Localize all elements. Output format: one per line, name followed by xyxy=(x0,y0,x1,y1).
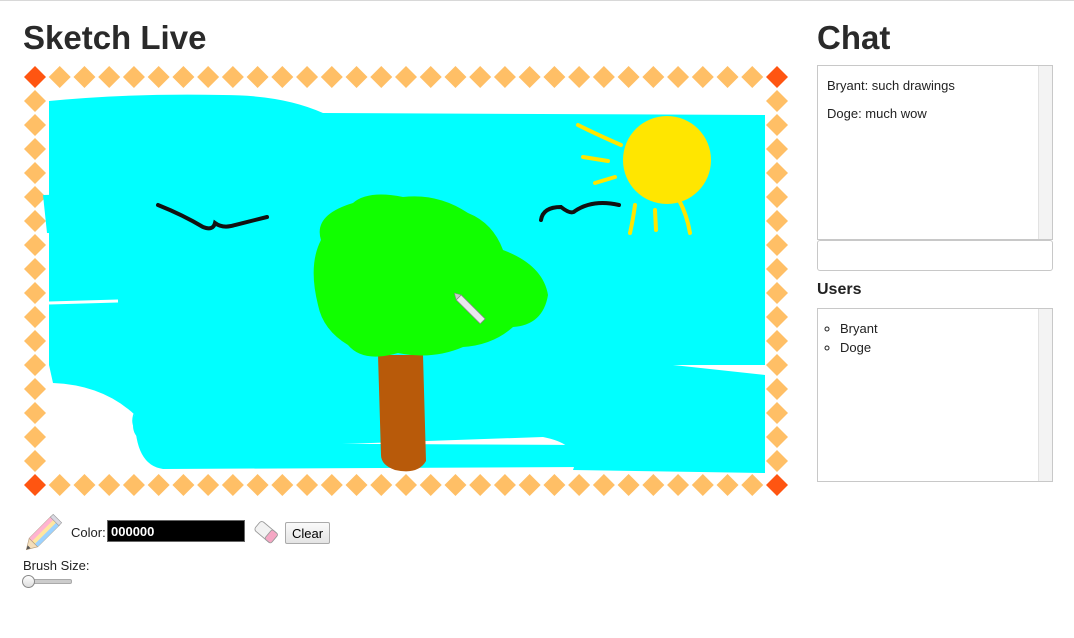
color-input[interactable] xyxy=(107,520,245,542)
users-scrollbar[interactable] xyxy=(1038,309,1052,481)
chat-title: Chat xyxy=(817,19,891,56)
eraser-icon[interactable] xyxy=(251,517,281,547)
canvas-svg[interactable] xyxy=(23,65,789,497)
app-title: Sketch Live xyxy=(23,19,207,56)
sun-shape xyxy=(623,116,711,204)
users-ul: BryantDoge xyxy=(818,319,1052,357)
brush-size-slider[interactable] xyxy=(22,575,72,588)
brush-size-label: Brush Size: xyxy=(23,558,90,573)
chat-scrollbar[interactable] xyxy=(1038,66,1052,239)
user-list-item: Bryant xyxy=(840,319,1052,338)
chat-messages: Bryant: such drawings Doge: much wow xyxy=(818,78,1052,121)
users-list: BryantDoge xyxy=(817,308,1053,482)
tree-trunk xyxy=(378,355,426,472)
pencil-icon[interactable] xyxy=(23,511,65,553)
chat-log: Bryant: such drawings Doge: much wow xyxy=(817,65,1053,240)
color-label: Color: xyxy=(71,525,106,540)
chat-message: Bryant: such drawings xyxy=(827,78,955,93)
chat-message: Doge: much wow xyxy=(827,106,927,121)
chat-input[interactable] xyxy=(817,240,1053,271)
drawing-canvas[interactable] xyxy=(23,65,789,497)
clear-button[interactable]: Clear xyxy=(285,522,331,544)
user-list-item: Doge xyxy=(840,338,1052,357)
drawing-toolbar: Color: Clear xyxy=(23,511,343,551)
canvas-drawing[interactable] xyxy=(43,89,765,473)
users-title: Users xyxy=(817,281,862,298)
slider-thumb[interactable] xyxy=(22,575,35,588)
